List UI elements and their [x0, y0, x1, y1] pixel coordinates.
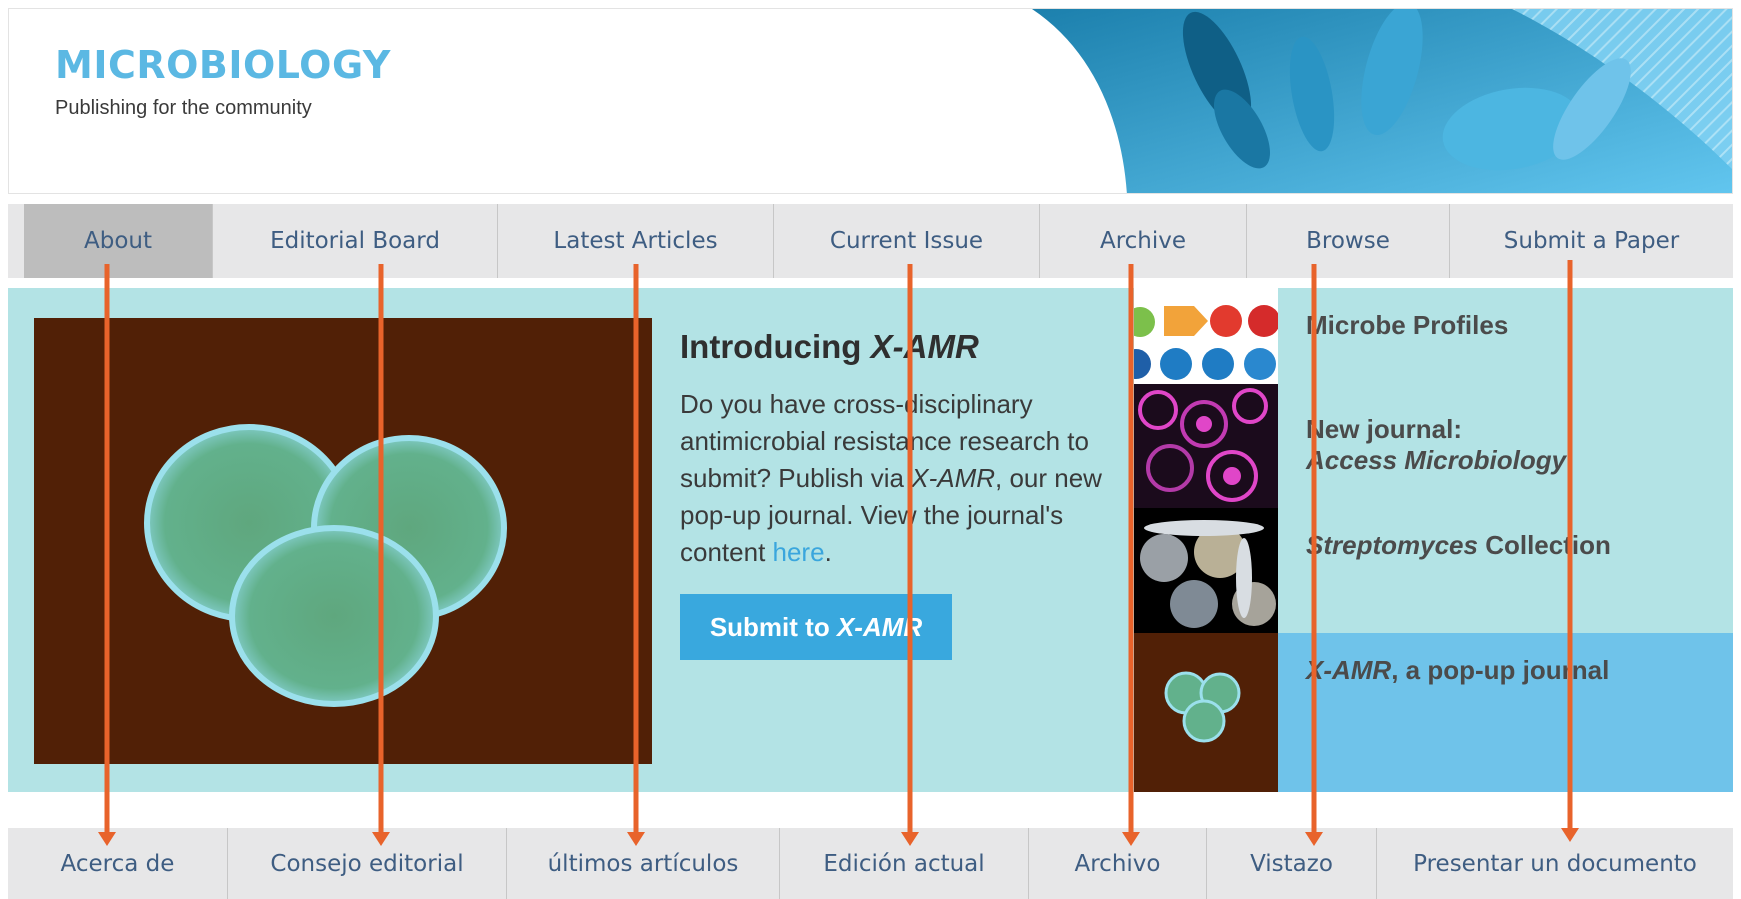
submit-button-text: Submit to: [709, 611, 830, 642]
feature-access-microbiology[interactable]: New journal: Access Microbiology: [1134, 384, 1733, 508]
feature-label-xamr-title: X-AMR: [1306, 655, 1392, 685]
feature-label-access-microbiology[interactable]: New journal: Access Microbiology: [1278, 384, 1733, 508]
feature-label-new-journal: New journal:: [1306, 414, 1463, 444]
feature-label-microbe-profiles[interactable]: Microbe Profiles: [1278, 288, 1733, 384]
feature-streptomyces-collection[interactable]: Streptomyces Collection: [1134, 508, 1733, 633]
brand[interactable]: MICROBIOLOGY Publishing for the communit…: [55, 43, 391, 120]
intro-block: Introducing X-AMR Do you have cross-disc…: [680, 328, 1140, 571]
intro-body-journal: X-AMR: [911, 463, 996, 493]
nav-vistazo[interactable]: Vistazo: [1207, 828, 1377, 899]
main-nav: About Editorial Board Latest Articles Cu…: [8, 204, 1733, 278]
bacteria-hero-image[interactable]: [34, 318, 652, 764]
nav-ultimos-articulos[interactable]: últimos artículos: [507, 828, 780, 899]
feature-label-access-microbiology-title: Access Microbiology: [1306, 445, 1567, 475]
feature-microbe-profiles[interactable]: Microbe Profiles: [1134, 288, 1733, 384]
feature-label-popup-journal: , a pop-up journal: [1391, 655, 1610, 685]
nav-edicion-actual[interactable]: Edición actual: [780, 828, 1029, 899]
microbe-profiles-thumbnail: [1134, 288, 1278, 384]
submit-to-xamr-button[interactable]: Submit to X-AMR: [680, 594, 952, 660]
site-tagline: Publishing for the community: [55, 97, 312, 119]
translated-nav: Acerca de Consejo editorial últimos artí…: [8, 828, 1733, 899]
site-header: MICROBIOLOGY Publishing for the communit…: [8, 8, 1733, 194]
nav-editorial-board[interactable]: Editorial Board: [213, 204, 498, 278]
feature-xamr-popup-journal[interactable]: X-AMR, a pop-up journal: [1134, 633, 1733, 792]
nav-presentar-documento[interactable]: Presentar un documento: [1377, 828, 1733, 899]
intro-title-journal: X-AMR: [870, 328, 979, 365]
intro-body-text-3: .: [824, 537, 832, 567]
nav-consejo-editorial[interactable]: Consejo editorial: [228, 828, 507, 899]
submit-button-journal: X-AMR: [836, 611, 923, 642]
intro-title: Introducing X-AMR: [680, 328, 1140, 366]
nav-about[interactable]: About: [24, 204, 213, 278]
cocci-illustration: [144, 424, 507, 707]
nav-archivo[interactable]: Archivo: [1029, 828, 1207, 899]
nav-archive[interactable]: Archive: [1040, 204, 1247, 278]
nav-submit-paper[interactable]: Submit a Paper: [1450, 204, 1733, 278]
feature-label-streptomyces[interactable]: Streptomyces Collection: [1278, 508, 1733, 633]
here-link[interactable]: here: [773, 537, 825, 567]
nav-current-issue[interactable]: Current Issue: [774, 204, 1040, 278]
nav-latest-articles[interactable]: Latest Articles: [498, 204, 774, 278]
feature-label-xamr[interactable]: X-AMR, a pop-up journal: [1278, 633, 1733, 792]
featured-band: Introducing X-AMR Do you have cross-disc…: [8, 288, 1733, 792]
access-microbiology-thumbnail: [1134, 384, 1278, 508]
streptomyces-thumbnail: [1134, 508, 1278, 633]
feature-label-collection: Collection: [1477, 530, 1611, 560]
feature-label-streptomyces-genus: Streptomyces: [1306, 530, 1478, 560]
intro-title-text: Introducing: [680, 328, 871, 365]
xamr-thumbnail: [1134, 633, 1278, 792]
intro-body: Do you have cross-disciplinary antimicro…: [680, 386, 1140, 571]
site-title[interactable]: MICROBIOLOGY: [55, 43, 391, 87]
nav-acerca-de[interactable]: Acerca de: [8, 828, 228, 899]
bacteria-banner-image: [1032, 9, 1732, 193]
nav-browse[interactable]: Browse: [1247, 204, 1450, 278]
